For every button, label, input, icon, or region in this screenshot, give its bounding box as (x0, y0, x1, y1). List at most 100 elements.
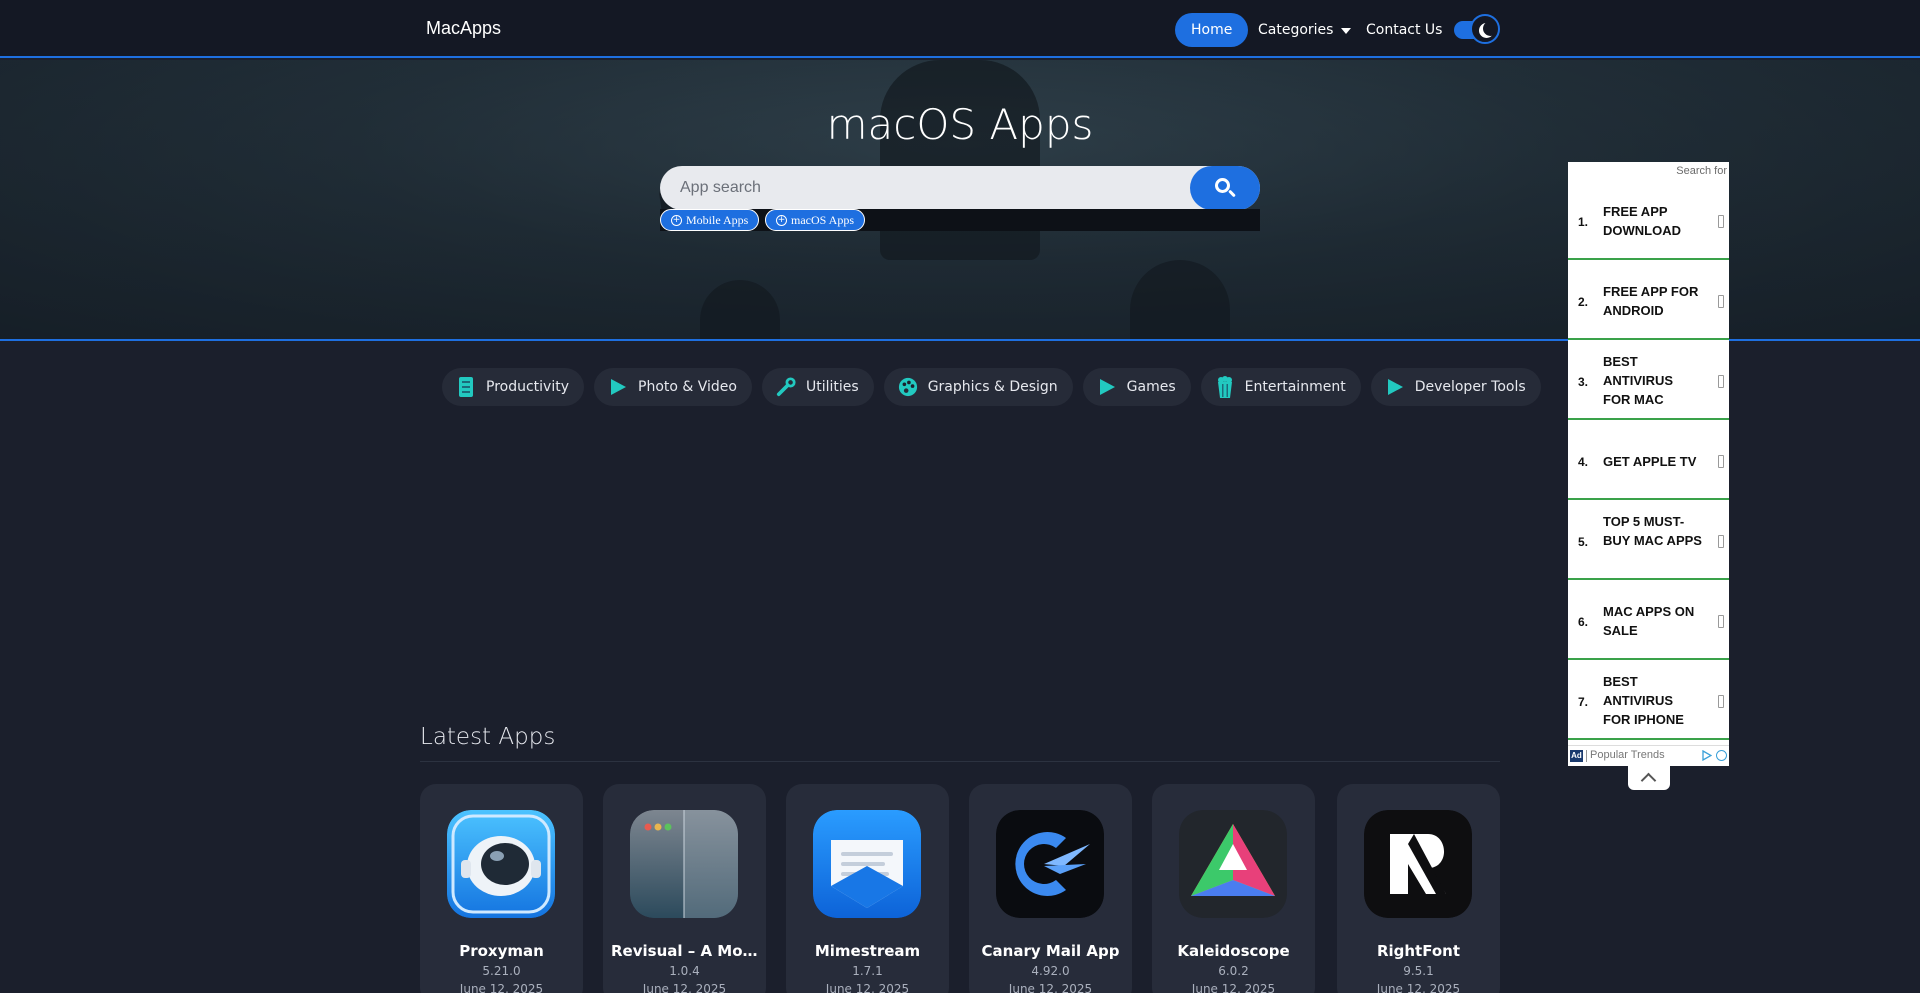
nav-contact-link[interactable]: Contact Us (1366, 13, 1442, 47)
ad-item[interactable]: 5. TOP 5 MUST-BUY MAC APPS (1568, 502, 1729, 580)
caret-down-icon (1341, 28, 1352, 34)
canary-mail-icon (996, 810, 1104, 918)
ad-item[interactable]: 7. BEST ANTIVIRUS FOR IPHONE (1568, 662, 1729, 740)
ad-item-text: GET APPLE TV (1603, 454, 1697, 469)
app-name: Mimestream (814, 942, 921, 960)
app-version: 1.7.1 (852, 964, 883, 978)
category-games[interactable]: Games (1082, 368, 1191, 406)
productivity-icon (456, 377, 476, 397)
ad-search-label: Search for (1676, 165, 1727, 177)
arrow-icon (1718, 535, 1724, 548)
app-card[interactable]: Revisual – A Modern Diff Tool 1.0.4 June… (603, 784, 766, 993)
arrow-icon (1718, 375, 1724, 388)
ad-item-text: BEST ANTIVIRUS FOR MAC (1603, 354, 1674, 407)
close-icon[interactable] (1716, 750, 1727, 761)
search-input[interactable] (680, 166, 1180, 210)
ad-item-number: 1. (1578, 215, 1589, 229)
category-label: Developer Tools (1414, 379, 1526, 395)
search-button[interactable] (1190, 166, 1260, 210)
arrow-icon (1718, 455, 1724, 468)
category-graphics-design[interactable]: Graphics & Design (883, 368, 1073, 406)
category-photo-video[interactable]: Photo & Video (594, 368, 752, 406)
app-date: June 12, 2025 (1376, 982, 1461, 993)
ad-item-number: 3. (1578, 375, 1589, 389)
category-utilities[interactable]: Utilities (761, 368, 874, 406)
category-bar: Productivity Photo & Video Utilities Gra… (442, 368, 1541, 406)
app-card[interactable]: RightFont 9.5.1 June 12, 2025 (1337, 784, 1500, 993)
category-label: Utilities (805, 379, 859, 395)
ad-item-text: FREE APP DOWNLOAD (1603, 204, 1681, 238)
app-version: 1.0.4 (669, 964, 700, 978)
nav-categories-dropdown[interactable]: Categories (1258, 13, 1352, 47)
nav-categories-label: Categories (1258, 22, 1334, 38)
app-card[interactable]: Canary Mail App 4.92.0 June 12, 2025 (969, 784, 1132, 993)
ad-item[interactable]: 6. MAC APPS ON SALE (1568, 582, 1729, 660)
chip-label: Mobile Apps (686, 213, 749, 227)
ad-item-text: TOP 5 MUST-BUY MAC APPS (1603, 514, 1702, 548)
kaleidoscope-icon (1179, 810, 1287, 918)
app-card[interactable]: Proxyman 5.21.0 June 12, 2025 (420, 784, 583, 993)
play-icon (608, 377, 628, 397)
app-version: 4.92.0 (1031, 964, 1070, 978)
revisual-icon (630, 810, 738, 918)
ad-item-number: 5. (1578, 535, 1589, 549)
popcorn-icon (1215, 376, 1235, 398)
proxyman-icon (447, 810, 555, 918)
ad-badge: Ad (1570, 750, 1583, 762)
category-label: Productivity (486, 379, 569, 395)
category-developer-tools[interactable]: Developer Tools (1370, 368, 1541, 406)
mimestream-icon (813, 810, 921, 918)
app-name: RightFont (1376, 942, 1461, 960)
nav-home-link[interactable]: Home (1175, 13, 1249, 47)
category-label: Games (1126, 379, 1176, 395)
adchoices-icon[interactable] (1702, 750, 1712, 761)
app-version: 9.5.1 (1403, 964, 1434, 978)
app-name: Kaleidoscope (1177, 942, 1290, 960)
arrow-icon (1718, 215, 1724, 228)
app-name: Proxyman (459, 942, 544, 960)
ad-item-number: 7. (1578, 695, 1589, 709)
play-icon (1097, 377, 1117, 397)
ad-item-text: BEST ANTIVIRUS FOR IPHONE (1603, 674, 1684, 727)
ad-item-text: MAC APPS ON SALE (1603, 604, 1695, 638)
category-productivity[interactable]: Productivity (442, 368, 584, 406)
chip-macos-apps[interactable]: + macOS Apps (765, 209, 865, 231)
app-date: June 12, 2025 (1191, 982, 1276, 993)
ad-footer: Ad Popular Trends (1568, 745, 1729, 766)
play-icon (1385, 377, 1405, 397)
category-label: Graphics & Design (927, 379, 1058, 395)
category-entertainment[interactable]: Entertainment (1200, 368, 1361, 406)
top-navbar: MacApps Home Categories Contact Us (0, 0, 1920, 58)
ad-item-text: FREE APP FOR ANDROID (1603, 284, 1699, 318)
ad-item[interactable]: 1. FREE APP DOWNLOAD (1568, 182, 1729, 260)
chip-label: macOS Apps (791, 213, 854, 227)
moon-icon (1483, 21, 1498, 36)
app-card[interactable]: Mimestream 1.7.1 June 12, 2025 (786, 784, 949, 993)
arrow-icon (1718, 615, 1724, 628)
ad-item[interactable]: 3. BEST ANTIVIRUS FOR MAC (1568, 342, 1729, 420)
ad-item[interactable]: 2. FREE APP FOR ANDROID (1568, 262, 1729, 340)
plus-circle-icon: + (671, 214, 682, 226)
ad-item-number: 4. (1578, 455, 1589, 469)
wrench-icon (776, 377, 796, 397)
plus-circle-icon: + (776, 214, 787, 226)
chip-mobile-apps[interactable]: + Mobile Apps (660, 209, 760, 231)
app-name: Canary Mail App (981, 942, 1120, 960)
app-card[interactable]: Kaleidoscope 6.0.2 June 12, 2025 (1152, 784, 1315, 993)
divider (420, 761, 1500, 762)
ad-item[interactable]: 4. GET APPLE TV (1568, 422, 1729, 500)
theme-toggle[interactable] (1470, 14, 1500, 44)
app-name: Revisual – A Modern Diff Tool (611, 942, 758, 960)
chevron-up-icon (1640, 772, 1657, 789)
ad-footer-label: Popular Trends (1590, 749, 1665, 761)
app-version: 6.0.2 (1218, 964, 1249, 978)
ad-collapse-button[interactable] (1628, 766, 1670, 790)
search-bar (660, 166, 1260, 210)
ad-item-number: 6. (1578, 615, 1589, 629)
brand-logo[interactable]: MacApps (426, 18, 501, 39)
app-date: June 12, 2025 (642, 982, 727, 993)
category-label: Entertainment (1244, 379, 1346, 395)
app-date: June 12, 2025 (1008, 982, 1093, 993)
rightfont-icon (1364, 810, 1472, 918)
arrow-icon (1718, 695, 1724, 708)
